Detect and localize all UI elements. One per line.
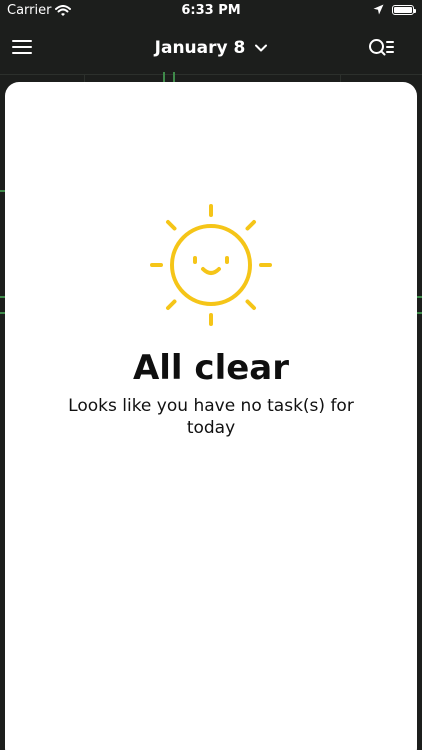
battery-level-fill — [394, 6, 412, 13]
empty-state-message: Looks like you have no task(s) for today — [68, 396, 354, 438]
background-accent-mark — [417, 296, 422, 298]
chevron-down-icon — [255, 44, 268, 52]
battery-icon — [392, 4, 416, 15]
nav-title-area: January 8 — [0, 38, 422, 58]
search-tasks-button[interactable] — [368, 38, 396, 58]
date-picker-button[interactable]: January 8 — [155, 38, 268, 58]
page-title: January 8 — [154, 38, 246, 58]
status-bar: Carrier 6:33 PM — [0, 0, 422, 22]
empty-state-title: All clear — [132, 348, 290, 388]
search-list-icon — [369, 39, 394, 56]
app-screen: Carrier 6:33 PM January 8 All clear Look… — [0, 0, 422, 750]
nav-bar: January 8 — [0, 22, 422, 74]
status-right-icons — [373, 4, 416, 15]
background-accent-mark — [417, 312, 422, 314]
background-grid-line — [0, 74, 422, 75]
status-time: 6:33 PM — [181, 3, 241, 18]
smiling-sun-icon — [146, 200, 276, 330]
location-arrow-icon — [373, 4, 384, 15]
